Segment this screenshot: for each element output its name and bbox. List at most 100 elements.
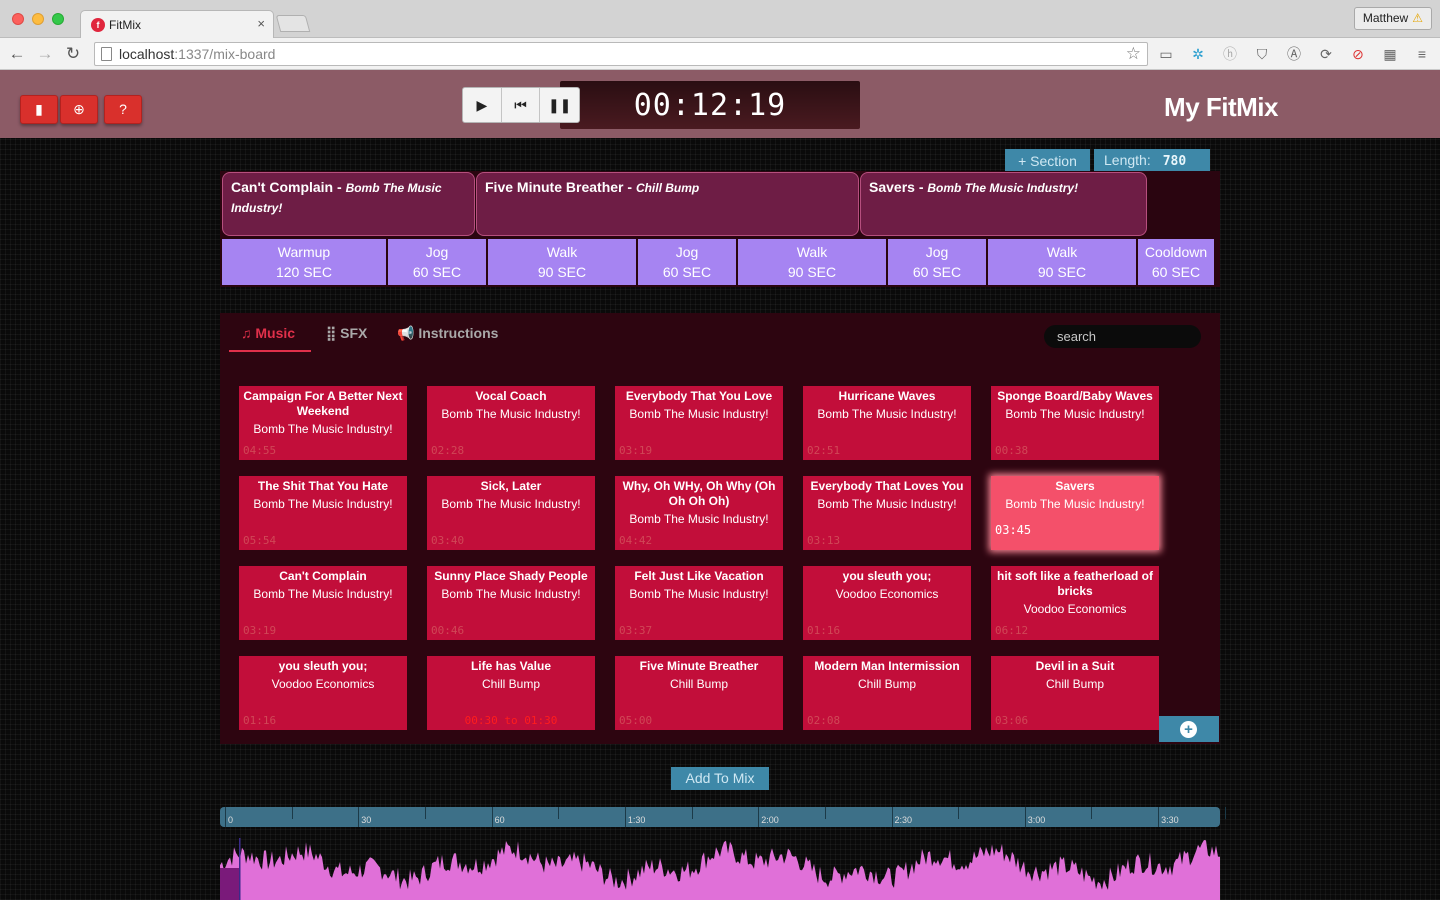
section-segment[interactable]: Jog 60 SEC: [638, 239, 738, 285]
track-card[interactable]: Sunny Place Shady People Bomb The Music I…: [427, 566, 595, 640]
timeline-minor-tick: [824, 807, 826, 819]
track-card[interactable]: The Shit That You Hate Bomb The Music Ind…: [239, 476, 407, 550]
add-to-mix-button[interactable]: Add To Mix: [671, 767, 769, 790]
megaphone-icon: 📢: [397, 325, 415, 341]
track-card[interactable]: Sick, Later Bomb The Music Industry! 03:40: [427, 476, 595, 550]
section-segment[interactable]: Walk 90 SEC: [738, 239, 888, 285]
new-file-button[interactable]: ▮: [20, 95, 58, 124]
track-card[interactable]: Campaign For A Better Next Weekend Bomb T…: [239, 386, 407, 460]
track-card[interactable]: Life has Value Chill Bump 00:30 to 01:30: [427, 656, 595, 730]
timeline-tick-label: 30: [361, 815, 372, 825]
section-segment[interactable]: Cooldown 60 SEC: [1138, 239, 1214, 285]
track-artist: Bomb The Music Industry!: [1005, 497, 1145, 511]
add-section-button[interactable]: + Section: [1005, 149, 1090, 171]
profile-button[interactable]: Matthew ⚠: [1353, 7, 1432, 30]
track-artist: Voodoo Economics: [271, 677, 375, 691]
track-card[interactable]: Can't Complain Bomb The Music Industry! 03…: [239, 566, 407, 640]
track-title: Why, Oh WHy, Oh Why (Oh Oh Oh Oh): [622, 479, 776, 508]
mix-toolbar: + Section Length: 780: [1005, 149, 1210, 171]
cast-icon[interactable]: ▭: [1157, 45, 1175, 63]
sync-icon[interactable]: ⟳: [1317, 45, 1335, 63]
track-card[interactable]: you sleuth you; Voodoo Economics 01:16: [239, 656, 407, 730]
back-arrow-icon[interactable]: ←: [6, 43, 28, 65]
track-duration: 00:38: [995, 444, 1029, 457]
mix-board: Can't Complain - Bomb The Music Industry…: [220, 171, 1220, 287]
track-card[interactable]: Modern Man Intermission Chill Bump 02:08: [803, 656, 971, 730]
browser-tab[interactable]: f FitMix ×: [80, 10, 274, 38]
mix-song-block[interactable]: Five Minute Breather - Chill Bump: [476, 172, 859, 236]
address-bar[interactable]: localhost:1337/mix-board ☆: [94, 42, 1148, 66]
search-input[interactable]: [1044, 325, 1201, 348]
bookmark-star-icon[interactable]: ☆: [1126, 44, 1141, 64]
timeline-minor-tick: [558, 807, 560, 819]
track-duration: 05:00: [619, 714, 653, 727]
section-track: Warmup 120 SEC Jog 60 SEC Walk 90 SEC Jog 60…: [222, 239, 1214, 285]
mix-song-block[interactable]: Can't Complain - Bomb The Music Industry…: [222, 172, 475, 236]
track-title: Devil in a Suit: [1035, 659, 1115, 673]
track-card[interactable]: Everybody That You Love Bomb The Music In…: [615, 386, 783, 460]
timeline-minor-tick: [958, 807, 960, 819]
pause-button[interactable]: ❚❚: [540, 88, 579, 122]
new-tab-button[interactable]: [275, 15, 311, 32]
track-card[interactable]: Hurricane Waves Bomb The Music Industry! 0…: [803, 386, 971, 460]
section-segment[interactable]: Jog 60 SEC: [888, 239, 988, 285]
window-close-button[interactable]: [12, 13, 24, 25]
section-segment[interactable]: Warmup 120 SEC: [222, 239, 388, 285]
play-button[interactable]: ▶: [463, 88, 502, 122]
tab-close-icon[interactable]: ×: [257, 16, 265, 31]
track-duration: 00:46: [431, 624, 465, 637]
tab-music[interactable]: ♫ Music: [241, 323, 295, 351]
track-duration: 05:54: [243, 534, 277, 547]
track-artist: Bomb The Music Industry!: [253, 587, 393, 601]
track-duration: 04:42: [619, 534, 653, 547]
timeline-ruler[interactable]: 0 30 60 1:30 2:00 2:30 3:00 3:30: [220, 807, 1226, 827]
track-title: you sleuth you;: [278, 659, 368, 673]
rewind-button[interactable]: ⏮: [502, 88, 541, 122]
playhead[interactable]: [239, 838, 241, 900]
download-button[interactable]: ⊕: [60, 95, 98, 124]
mix-timer: 00:12:19: [560, 81, 860, 129]
track-card[interactable]: Everybody That Loves You Bomb The Music I…: [803, 476, 971, 550]
tab-instructions[interactable]: 📢 Instructions: [397, 323, 498, 351]
length-value: 780: [1162, 154, 1187, 169]
extension-h-icon[interactable]: ⓗ: [1221, 45, 1239, 63]
track-card[interactable]: Why, Oh WHy, Oh Why (Oh Oh Oh Oh) Bomb Th…: [615, 476, 783, 550]
track-duration: 02:28: [431, 444, 465, 457]
add-track-button[interactable]: +: [1159, 716, 1219, 742]
track-card[interactable]: you sleuth you; Voodoo Economics 01:16: [803, 566, 971, 640]
track-card[interactable]: hit soft like a featherload of bricks Voo…: [991, 566, 1159, 640]
track-title: Modern Man Intermission: [814, 659, 960, 673]
track-card[interactable]: Felt Just Like Vacation Bomb The Music In…: [615, 566, 783, 640]
track-title: Everybody That You Love: [625, 389, 773, 403]
grid-icon[interactable]: ▦: [1381, 45, 1399, 63]
track-artist: Bomb The Music Industry!: [817, 497, 957, 511]
shield-icon[interactable]: ⛉: [1253, 45, 1271, 63]
network-icon[interactable]: ✲: [1189, 45, 1207, 63]
tab-sfx[interactable]: ⣿ SFX: [326, 323, 367, 351]
help-icon: ?: [119, 101, 127, 117]
track-card[interactable]: Devil in a Suit Chill Bump 03:06: [991, 656, 1159, 730]
section-segment[interactable]: Jog 60 SEC: [388, 239, 488, 285]
track-card[interactable]: Savers Bomb The Music Industry! 03:45: [991, 476, 1159, 550]
menu-icon[interactable]: ≡: [1413, 45, 1431, 63]
help-button[interactable]: ?: [104, 95, 142, 124]
skip-back-icon: ⏮: [514, 97, 527, 113]
section-segment[interactable]: Walk 90 SEC: [488, 239, 638, 285]
tab-title: FitMix: [109, 18, 141, 32]
forward-arrow-icon[interactable]: →: [34, 43, 56, 65]
block-icon[interactable]: ⊘: [1349, 45, 1367, 63]
reload-icon[interactable]: ↻: [62, 43, 84, 65]
track-card[interactable]: Five Minute Breather Chill Bump 05:00: [615, 656, 783, 730]
angular-icon[interactable]: Ⓐ: [1285, 45, 1303, 63]
window-maximize-button[interactable]: [52, 13, 64, 25]
played-region: [220, 868, 239, 900]
track-artist: Chill Bump: [669, 677, 729, 691]
track-card[interactable]: Sponge Board/Baby Waves Bomb The Music In…: [991, 386, 1159, 460]
track-card[interactable]: Vocal Coach Bomb The Music Industry! 02:28: [427, 386, 595, 460]
window-minimize-button[interactable]: [32, 13, 44, 25]
mix-song-block[interactable]: Savers - Bomb The Music Industry!: [860, 172, 1147, 236]
track-artist: Chill Bump: [1045, 677, 1105, 691]
main-area: + Section Length: 780 Can't Complain - Bo…: [0, 138, 1440, 900]
waveform[interactable]: [220, 838, 1220, 900]
section-segment[interactable]: Walk 90 SEC: [988, 239, 1138, 285]
